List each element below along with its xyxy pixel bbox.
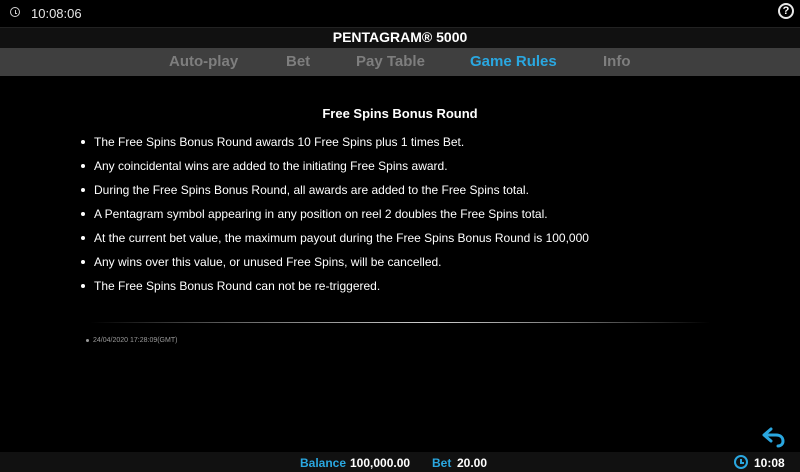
clock-icon — [10, 7, 20, 17]
help-icon[interactable]: ? — [778, 3, 794, 19]
bullet-icon — [81, 164, 85, 168]
list-item: During the Free Spins Bonus Round, all a… — [80, 181, 700, 205]
list-item: At the current bet value, the maximum pa… — [80, 229, 700, 253]
tab-bet[interactable]: Bet — [286, 53, 310, 70]
balance-value: 100,000.00 — [350, 456, 411, 470]
bullet-icon — [81, 140, 85, 144]
tab-bar: Auto-play Bet Pay Table Game Rules Info — [0, 48, 800, 76]
rule-text: At the current bet value, the maximum pa… — [94, 231, 589, 245]
rules-content: Free Spins Bonus Round The Free Spins Bo… — [0, 76, 800, 450]
rule-text: A Pentagram symbol appearing in any posi… — [94, 207, 548, 221]
bottom-bar: Balance 100,000.00 Bet 20.00 10:08 — [0, 452, 800, 472]
section-title: Free Spins Bonus Round — [322, 106, 478, 121]
back-arrow-icon[interactable] — [762, 426, 786, 448]
tab-game-rules[interactable]: Game Rules — [470, 53, 557, 70]
rule-text: The Free Spins Bonus Round can not be re… — [94, 279, 381, 293]
rule-text: During the Free Spins Bonus Round, all a… — [94, 183, 529, 197]
rule-text: Any coincidental wins are added to the i… — [94, 159, 448, 173]
balance-label: Balance — [300, 456, 347, 470]
bet-label: Bet — [432, 456, 452, 470]
bet-value: 20.00 — [457, 456, 488, 470]
tab-pay-table[interactable]: Pay Table — [356, 53, 425, 70]
bullet-icon — [81, 236, 85, 240]
timestamp-text: 24/04/2020 17:28:09(GMT) — [93, 337, 178, 344]
bullet-icon — [81, 212, 85, 216]
list-item: The Free Spins Bonus Round can not be re… — [80, 277, 700, 301]
bottom-time: 10:08 — [754, 456, 785, 470]
game-title: PENTAGRAM® 5000 — [332, 29, 468, 45]
rule-text: The Free Spins Bonus Round awards 10 Fre… — [94, 135, 465, 149]
tab-auto-play[interactable]: Auto-play — [169, 53, 238, 70]
clock-icon — [734, 455, 748, 469]
list-item: Any coincidental wins are added to the i… — [80, 157, 700, 181]
list-item: The Free Spins Bonus Round awards 10 Fre… — [80, 133, 700, 157]
bullet-icon — [86, 338, 89, 342]
bullet-icon — [81, 260, 85, 264]
list-item: A Pentagram symbol appearing in any posi… — [80, 205, 700, 229]
bullet-icon — [81, 284, 85, 288]
rules-list: The Free Spins Bonus Round awards 10 Fre… — [80, 133, 700, 301]
timestamp: 24/04/2020 17:28:09(GMT) — [86, 337, 177, 344]
title-bar: PENTAGRAM® 5000 — [0, 27, 800, 49]
top-bar: 10:08:06 ? — [0, 0, 800, 27]
tab-info[interactable]: Info — [603, 53, 631, 70]
list-item: Any wins over this value, or unused Free… — [80, 253, 700, 277]
top-time: 10:08:06 — [31, 6, 82, 21]
bullet-icon — [81, 188, 85, 192]
rule-text: Any wins over this value, or unused Free… — [94, 255, 442, 269]
divider — [90, 322, 710, 323]
